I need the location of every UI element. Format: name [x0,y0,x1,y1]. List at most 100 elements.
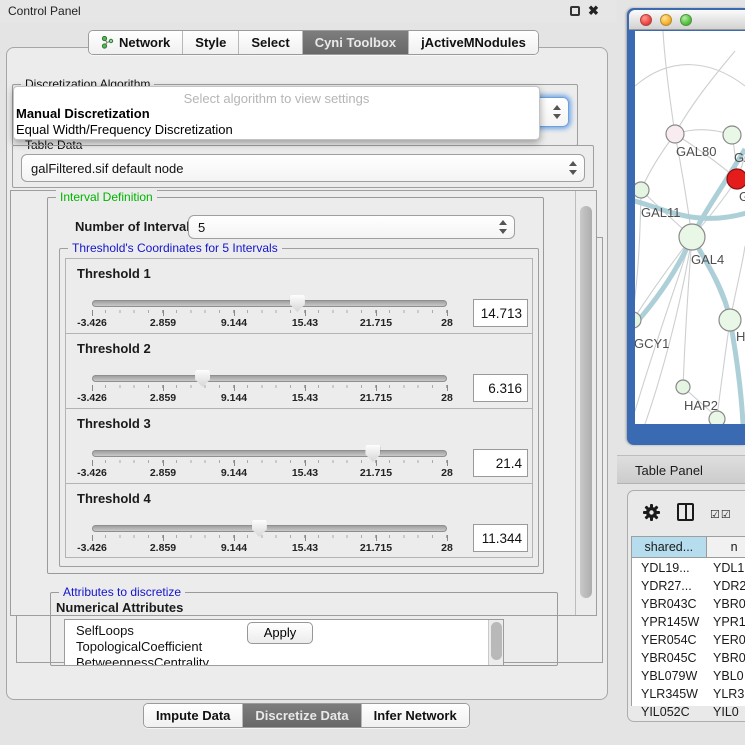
slider-ticks [92,460,448,466]
table-row[interactable]: YER054CYER0 [632,631,745,649]
scrollbar-thumb[interactable] [580,206,592,598]
tab-infer-network[interactable]: Infer Network [362,704,469,727]
node-label: H [736,329,745,344]
tab-jactivemnodules[interactable]: jActiveMNodules [409,31,538,54]
column-header-shared-name[interactable]: shared... [632,537,707,557]
tick-label: -3.426 [77,392,107,404]
table-row[interactable]: YIL052CYIL0 [632,703,745,719]
table-row[interactable]: YBR043CYBR0 [632,595,745,613]
slider-track[interactable] [92,525,447,532]
node-gcy1[interactable] [635,312,641,328]
node-label: GAL4 [691,252,724,267]
node-selected-red[interactable] [727,169,745,189]
node-gal80[interactable] [666,125,684,143]
node-label: GAL11 [641,205,681,220]
group-title: Attributes to discretize [59,585,185,599]
node-hap2[interactable] [676,380,690,394]
column-header-name[interactable]: n [707,537,745,557]
split-columns-icon[interactable] [677,503,694,521]
threshold-panel: Threshold 2 -3.4262.8599.14415.4321.7152… [65,333,533,408]
node-label: G [739,189,745,204]
threshold-slider: -3.4262.8599.14415.4321.71528 [92,445,448,479]
float-window-icon[interactable] [570,6,580,16]
node-gal4[interactable] [679,224,705,250]
table-data-group: Table Data galFiltered.sif default node [12,145,594,188]
tick-label: 21.715 [360,392,392,404]
slider-track[interactable] [92,300,447,307]
table-row[interactable]: YBR045CYBR0 [632,649,745,667]
num-intervals-combobox[interactable]: 5 [188,215,515,239]
cell-shared-name: YDR27... [632,579,708,593]
threshold-slider: -3.4262.8599.14415.4321.71528 [92,295,448,329]
tick-label: 21.715 [360,542,392,554]
tab-impute-data[interactable]: Impute Data [144,704,243,727]
vertical-scrollbar[interactable] [579,194,594,612]
close-traffic-light-icon[interactable] [640,14,652,26]
zoom-traffic-light-icon[interactable] [680,14,692,26]
table-row[interactable]: YPR145WYPR1 [632,613,745,631]
slider-track[interactable] [92,375,447,382]
attribute-item[interactable]: BetweennessCentrality [76,655,503,666]
tab-style[interactable]: Style [183,31,239,54]
slider-track[interactable] [92,450,447,457]
threshold-value-field[interactable] [473,299,528,327]
node-gal11[interactable] [635,182,649,198]
tick-label: 15.43 [292,467,318,479]
minimize-traffic-light-icon[interactable] [660,14,672,26]
slider-scale: -3.4262.8599.14415.4321.71528 [92,542,448,554]
cell-shared-name: YBR045C [632,651,708,665]
table-row[interactable]: YDR27...YDR2 [632,577,745,595]
tick-label: 15.43 [292,542,318,554]
node-top-right[interactable] [723,126,741,144]
tick-label: 9.144 [221,392,247,404]
apply-button[interactable]: Apply [247,622,313,644]
node-table: shared... n YDL19...YDL1YDR27...YDR2YBR0… [631,536,745,706]
select-columns-icon[interactable]: ☑☑ [710,508,732,521]
threshold-value-field[interactable] [473,449,528,477]
cell-name: YER0 [708,633,745,647]
threshold-panel: Threshold 3 -3.4262.8599.14415.4321.7152… [65,408,533,483]
table-row[interactable]: YLR345WYLR3 [632,685,745,703]
group-title: Threshold's Coordinates for 5 Intervals [68,241,282,255]
tab-label: jActiveMNodules [421,35,526,50]
cell-shared-name: YBL079W [632,669,708,683]
algorithm-option-equal-width[interactable]: Equal Width/Frequency Discretization [16,122,233,137]
node-label: GAL80 [676,144,716,159]
algorithm-option-manual[interactable]: Manual Discretization [16,106,150,121]
tick-label: 28 [441,542,453,554]
gear-icon[interactable] [643,504,660,521]
list-scrollbar[interactable] [488,620,503,665]
tab-cyni-toolbox[interactable]: Cyni Toolbox [303,31,409,54]
tick-label: 28 [441,317,453,329]
node-right-h[interactable] [719,309,741,331]
threshold-value-field[interactable] [473,524,528,552]
tick-label: 2.859 [150,392,176,404]
control-panel-tabbar: Network Style Select Cyni Toolbox jActiveMNo… [88,30,539,55]
tick-label: 21.715 [360,317,392,329]
table-row[interactable]: YBL079WYBL0 [632,667,745,685]
node-label: GCY1 [635,336,669,351]
num-intervals-value: 5 [198,220,205,235]
tab-label: Select [251,35,289,50]
control-panel: Control Panel ✖ Network Style Select Cyni T… [0,0,617,745]
tab-label: Infer Network [374,708,457,723]
tab-select[interactable]: Select [239,31,302,54]
tick-label: 2.859 [150,542,176,554]
tab-network[interactable]: Network [89,31,183,54]
control-panel-titlebar: Control Panel ✖ [0,0,617,22]
close-icon[interactable]: ✖ [588,3,599,19]
cell-shared-name: YDL19... [632,561,708,575]
tab-discretize-data[interactable]: Discretize Data [243,704,361,727]
tab-label: Network [119,35,170,50]
tick-label: 21.715 [360,467,392,479]
table-row[interactable]: YDL19...YDL1 [632,559,745,577]
table-data-combobox[interactable]: galFiltered.sif default node [21,154,585,182]
scrollbar-thumb[interactable] [491,622,502,660]
table-data-selected: galFiltered.sif default node [31,161,183,176]
network-canvas[interactable]: GAL80 GA G GAL11 GAL4 GCY1 H HAP2 [635,31,745,424]
threshold-value-field[interactable] [473,374,528,402]
cell-shared-name: YPR145W [632,615,708,629]
tick-label: 15.43 [292,317,318,329]
table-panel: ☑☑ shared... n YDL19...YDL1YDR27...YDR2Y… [627,490,745,722]
threshold-panel: Threshold 4 -3.4262.8599.14415.4321.7152… [65,483,533,558]
